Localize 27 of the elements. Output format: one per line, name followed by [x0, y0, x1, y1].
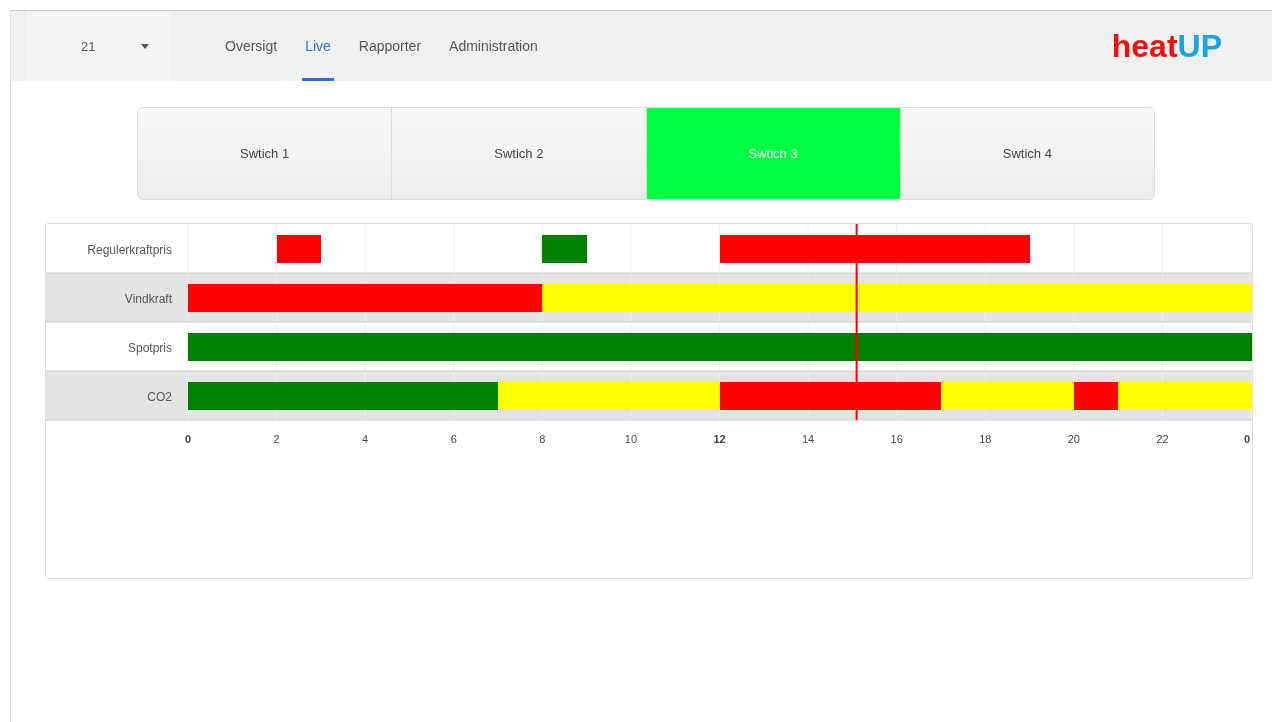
axis-label: 22 [1156, 433, 1169, 445]
axis-label: 0 [184, 433, 192, 445]
axis-label: 8 [539, 433, 546, 445]
nav-tab[interactable]: Oversigt [216, 11, 287, 81]
switch-button[interactable]: Swtich 2 [392, 108, 647, 199]
row-label: Regulerkraftpris [87, 243, 172, 257]
axis-label: 6 [450, 433, 457, 445]
axis-label: 4 [362, 433, 369, 445]
switch-button[interactable]: Swtich 4 [900, 108, 1154, 199]
nav-tab[interactable]: Rapporter [349, 11, 431, 81]
axis-label: 14 [801, 433, 815, 445]
nav-tab[interactable]: Live [296, 11, 340, 81]
logo: heatUP [1111, 27, 1222, 65]
number-dropdown[interactable]: 21 [26, 11, 171, 81]
nav-tab[interactable]: Administration [440, 11, 547, 81]
axis-label: 20 [1067, 433, 1080, 445]
axis-label: 12 [713, 433, 726, 445]
axis-label: 0 [1243, 433, 1251, 445]
axis-label: 18 [979, 433, 992, 445]
switch-button[interactable]: Swtich 1 [138, 108, 393, 199]
row-label: CO2 [147, 390, 172, 404]
row-label: Vindkraft [124, 292, 172, 306]
axis-label: 10 [624, 433, 638, 445]
caret-icon [141, 43, 149, 49]
axis-label: 2 [273, 433, 280, 445]
row-label: Spotpris [127, 341, 172, 355]
axis-label: 16 [890, 433, 903, 445]
